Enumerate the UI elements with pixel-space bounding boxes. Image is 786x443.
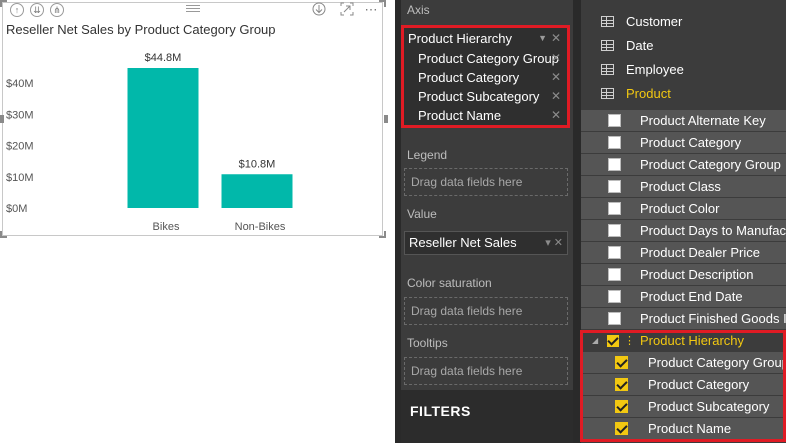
y-axis-tick-label: $30M: [6, 109, 34, 121]
field-item[interactable]: Product Color: [581, 198, 786, 219]
field-label: Product Category Group: [640, 157, 781, 172]
axis-hierarchy-label: Product Hierarchy: [408, 31, 513, 46]
axis-hierarchy-pill[interactable]: Product Hierarchy: [408, 29, 512, 48]
field-checkbox[interactable]: [608, 202, 621, 215]
more-options-icon[interactable]: ⋯: [363, 2, 379, 18]
field-checkbox[interactable]: [608, 268, 621, 281]
axis-level-item[interactable]: Product Category Group: [418, 49, 559, 68]
data-label: $44.8M: [145, 52, 182, 64]
axis-well-title: Axis: [407, 3, 430, 17]
color-saturation-drop-zone[interactable]: Drag data fields here: [404, 297, 568, 325]
y-axis-tick-label: $40M: [6, 78, 34, 90]
hierarchy-highlight: [580, 330, 786, 442]
table-label: Employee: [626, 62, 684, 77]
bar-chart-visual[interactable]: ↑ ⇊ ⋔ ⋯ Reseller Net Sales by Product Ca…: [0, 0, 388, 238]
axis-level-item[interactable]: Product Subcategory: [418, 87, 539, 106]
value-field-label: Reseller Net Sales: [409, 235, 517, 250]
field-label: Product Finished Goods Indicator: [640, 311, 786, 326]
field-item[interactable]: Product Class: [581, 176, 786, 197]
remove-level-icon[interactable]: ✕: [551, 49, 561, 68]
field-checkbox[interactable]: [608, 246, 621, 259]
legend-well-title: Legend: [407, 148, 448, 162]
field-item[interactable]: Product Description: [581, 264, 786, 285]
remove-level-icon[interactable]: ✕: [551, 106, 561, 125]
remove-axis-hierarchy-icon[interactable]: ✕: [551, 29, 561, 48]
field-item[interactable]: Product Category: [581, 132, 786, 153]
chart-plot-area: $0M $10M $20M $30M $40M $44.8M Bikes $10.8M Non-…: [6, 52, 293, 233]
drag-grip-icon[interactable]: [186, 5, 200, 12]
table-icon: [601, 64, 614, 75]
visualization-field-wells: Axis Product Hierarchy ▼ ✕ Product Categ…: [395, 0, 573, 443]
field-checkbox[interactable]: [608, 114, 621, 127]
bar: [127, 68, 199, 208]
color-saturation-well-title: Color saturation: [407, 276, 492, 290]
bar: [221, 174, 293, 208]
field-item[interactable]: Product Days to Manufacture: [581, 220, 786, 241]
table-label: Customer: [626, 14, 683, 29]
field-label: Product End Date: [640, 289, 743, 304]
field-item[interactable]: Product Category Group: [581, 154, 786, 175]
field-label: Product Color: [640, 201, 720, 216]
field-label: Product Alternate Key: [640, 113, 766, 128]
axis-level-item[interactable]: Product Category: [418, 68, 519, 87]
field-label: Product Dealer Price: [640, 245, 760, 260]
axis-level-item[interactable]: Product Name: [418, 106, 501, 125]
y-axis-tick-label: $0M: [6, 203, 27, 215]
field-checkbox[interactable]: [608, 180, 621, 193]
resize-handle-top-right[interactable]: [379, 0, 386, 7]
field-checkbox[interactable]: [608, 224, 621, 237]
field-label: Product Class: [640, 179, 721, 194]
double-arrow-down-icon[interactable]: ⇊: [30, 3, 44, 17]
data-label: $10.8M: [239, 158, 276, 170]
field-checkbox[interactable]: [608, 290, 621, 303]
value-well-title: Value: [407, 207, 437, 221]
table-label: Date: [626, 38, 654, 53]
resize-handle-top-left[interactable]: [0, 0, 7, 7]
expand-all-icon[interactable]: ⋔: [50, 3, 64, 17]
field-label: Product Description: [640, 267, 754, 282]
field-checkbox[interactable]: [608, 136, 621, 149]
remove-level-icon[interactable]: ✕: [551, 87, 561, 106]
remove-level-icon[interactable]: ✕: [551, 68, 561, 87]
field-checkbox[interactable]: [608, 312, 621, 325]
chevron-down-icon[interactable]: ▼: [538, 29, 547, 48]
field-label: Product Days to Manufacture: [640, 223, 786, 238]
field-item[interactable]: Product Finished Goods Indicator: [581, 308, 786, 329]
field-label: Product Category: [640, 135, 742, 150]
y-axis-tick-label: $20M: [6, 141, 34, 153]
tooltips-well-title: Tooltips: [407, 336, 448, 350]
table-icon: [601, 16, 614, 27]
drill-down-icon[interactable]: [311, 2, 327, 20]
focus-mode-icon[interactable]: [339, 2, 355, 20]
field-item[interactable]: Product Alternate Key: [581, 110, 786, 131]
chart-title: Reseller Net Sales by Product Category G…: [6, 22, 276, 37]
table-icon: [601, 40, 614, 51]
table-icon: [601, 88, 614, 99]
legend-drop-zone[interactable]: Drag data fields here: [404, 168, 568, 196]
axis-well-highlight[interactable]: Product Hierarchy ▼ ✕ Product Category G…: [401, 25, 570, 128]
filters-title: FILTERS: [410, 403, 471, 419]
field-item[interactable]: Product End Date: [581, 286, 786, 307]
x-axis-category-label: Bikes: [153, 221, 180, 233]
x-axis-category-label: Non-Bikes: [235, 221, 286, 233]
table-label: Product: [626, 86, 671, 101]
value-field-pill[interactable]: Reseller Net Sales ▾ ✕: [404, 231, 568, 255]
field-checkbox[interactable]: [608, 158, 621, 171]
filters-section[interactable]: FILTERS: [401, 390, 573, 443]
arrow-up-icon[interactable]: ↑: [10, 3, 24, 17]
value-pill-actions[interactable]: ▾ ✕: [545, 232, 563, 254]
field-item[interactable]: Product Dealer Price: [581, 242, 786, 263]
y-axis-tick-label: $10M: [6, 172, 34, 184]
tooltips-drop-zone[interactable]: Drag data fields here: [404, 357, 568, 385]
